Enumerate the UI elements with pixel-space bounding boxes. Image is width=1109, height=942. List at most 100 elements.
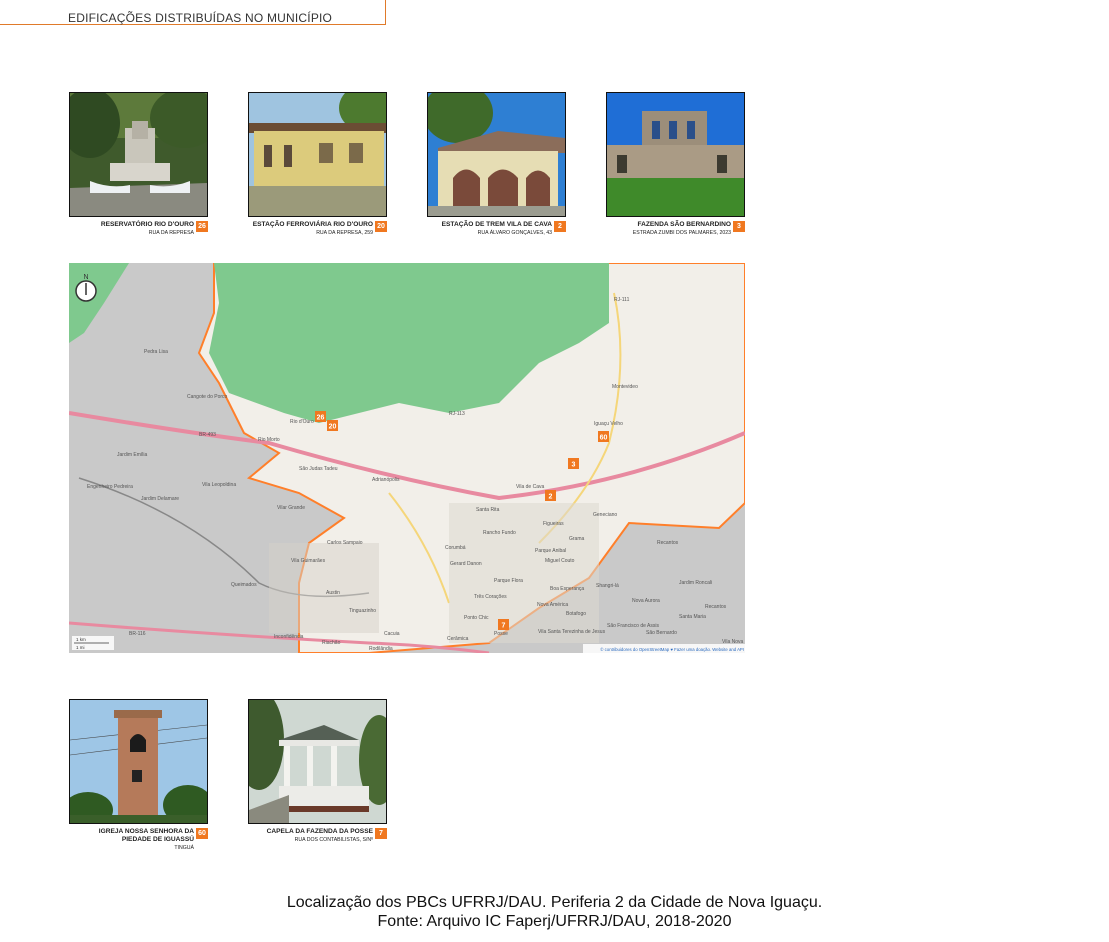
- place-label: Botafogo: [566, 611, 586, 617]
- card-address: RUA DA REPRESA: [148, 230, 194, 236]
- map-marker-60: 60: [598, 431, 609, 442]
- place-label: Rio d'Ouro: [290, 419, 314, 425]
- photo-igreja: [69, 699, 208, 824]
- place-label: Nova América: [537, 602, 568, 608]
- map-marker-20: 20: [327, 420, 338, 431]
- place-label: São Francisco de Assis: [607, 623, 659, 629]
- photo-railway-station: [248, 92, 387, 217]
- place-label: Vilar Grande: [277, 505, 305, 511]
- card-address: RUA DOS CONTABILISTAS, S/Nº: [294, 837, 373, 843]
- place-label: Rio Morto: [258, 437, 280, 443]
- photo-train-station: [427, 92, 566, 217]
- location-map[interactable]: N 26 20 60 3 2 7 Rio d'Ouro Pedra Lisa C…: [69, 263, 745, 653]
- scale-bar: 1 km 1 mi: [72, 636, 114, 650]
- road-label: BR-493: [199, 432, 216, 438]
- card-badge: 7: [375, 828, 387, 839]
- card-title: FAZENDA SÃO BERNARDINO: [637, 221, 731, 228]
- place-label: Cacuia: [384, 631, 400, 637]
- card-badge: 20: [375, 221, 387, 232]
- card-badge: 60: [196, 828, 208, 839]
- road-label: RJ-113: [449, 411, 465, 417]
- svg-text:26: 26: [317, 415, 325, 422]
- place-label: Vila de Cava: [516, 484, 544, 490]
- svg-text:1 mi: 1 mi: [76, 645, 85, 650]
- place-label: Montevideo: [612, 384, 638, 390]
- page-header: EDIFICAÇÕES DISTRIBUÍDAS NO MUNICÍPIO: [0, 0, 386, 25]
- place-label: Recantos: [705, 604, 727, 610]
- place-label: Recantos: [657, 540, 679, 546]
- card-badge: 3: [733, 221, 745, 232]
- svg-text:7: 7: [502, 623, 506, 630]
- place-label: Rancho Fundo: [483, 530, 516, 536]
- place-label: Jardim Delamare: [141, 496, 179, 502]
- place-label: Corumbá: [445, 545, 466, 551]
- building-card-fazenda-sao-bernardino[interactable]: FAZENDA SÃO BERNARDINO ESTRADA ZUMBI DOS …: [606, 92, 745, 237]
- card-address: RUA ÁLVARO GONÇALVES, 43: [477, 230, 552, 236]
- place-label: Nova Aurora: [632, 598, 660, 604]
- place-label: Três Corações: [474, 594, 507, 600]
- place-label: Vila Guimarães: [291, 558, 326, 564]
- place-label: Inconfidência: [274, 634, 304, 640]
- map-marker-7: 7: [498, 619, 509, 630]
- place-label: Jardim Emília: [117, 452, 148, 458]
- svg-text:60: 60: [600, 435, 608, 442]
- place-label: Carlos Sampaio: [327, 540, 363, 546]
- caption-line-1: Localização dos PBCs UFRRJ/DAU. Periferi…: [286, 894, 823, 911]
- map-marker-26: 26: [315, 411, 326, 422]
- place-label: Pedra Lisa: [144, 349, 168, 355]
- place-label: Ponto Chic: [464, 615, 489, 621]
- photo-capela: [248, 699, 387, 824]
- card-title: ESTAÇÃO FERROVIÁRIA RIO D'OURO: [252, 221, 373, 228]
- card-address: RUA DA REPRESA, 259: [316, 230, 373, 236]
- section-title: EDIFICAÇÕES DISTRIBUÍDAS NO MUNICÍPIO: [68, 11, 333, 25]
- place-label: Tinguazinho: [349, 608, 376, 614]
- building-card-railway-station[interactable]: ESTAÇÃO FERROVIÁRIA RIO D'OURO RUA DA REP…: [248, 92, 387, 237]
- place-label: Figueiras: [543, 521, 564, 527]
- building-card-capela[interactable]: CAPELA DA FAZENDA DA POSSE RUA DOS CONTAB…: [248, 699, 387, 844]
- map-marker-3: 3: [568, 458, 579, 469]
- card-badge: 26: [196, 221, 208, 232]
- building-card-reservoir[interactable]: RESERVATÓRIO RIO D'OURO RUA DA REPRESA 26: [69, 92, 208, 237]
- urban-block: [269, 543, 379, 633]
- north-label: N: [83, 274, 88, 281]
- card-title: ESTAÇÃO DE TREM VILA DE CAVA: [441, 221, 552, 228]
- map-attribution: © contribuidores do OpenStreetMap ♥ Faze…: [600, 647, 744, 652]
- place-label: São Judas Tadeu: [299, 466, 338, 472]
- place-label: Cerâmica: [447, 636, 469, 642]
- urban-block: [449, 503, 599, 643]
- place-label: Santa Rita: [476, 507, 500, 513]
- caption-line-2: Fonte: Arquivo IC Faperj/UFRRJ/DAU, 2018…: [377, 913, 732, 930]
- road-label: BR-116: [129, 631, 146, 637]
- card-address: ESTRADA ZUMBI DOS PALMARES, 2023: [632, 230, 731, 236]
- place-label: Queimados: [231, 582, 257, 588]
- place-label: Shangri-lá: [596, 583, 619, 589]
- place-label: Rodilândia: [369, 646, 393, 652]
- place-label: Geneciano: [593, 512, 617, 518]
- place-label: Boa Esperança: [550, 586, 584, 592]
- building-card-igreja[interactable]: IGREJA NOSSA SENHORA DA PIEDADE DE IGUAS…: [69, 699, 208, 852]
- map-marker-2: 2: [545, 490, 556, 501]
- place-label: Adrianópolis: [372, 477, 400, 483]
- card-address: TINGUÁ: [174, 845, 194, 851]
- place-label: Miguel Couto: [545, 558, 575, 564]
- road-label: RJ-111: [614, 297, 630, 303]
- place-label: São Bernardo: [646, 630, 677, 636]
- figure-caption: Localização dos PBCs UFRRJ/DAU. Periferi…: [0, 893, 1109, 931]
- place-label: Posse: [494, 631, 508, 637]
- card-title: CAPELA DA FAZENDA DA POSSE: [266, 828, 373, 835]
- building-card-train-station-vila-de-cava[interactable]: ESTAÇÃO DE TREM VILA DE CAVA RUA ÁLVARO G…: [427, 92, 566, 237]
- card-title: IGREJA NOSSA SENHORA DA PIEDADE DE IGUAS…: [98, 828, 194, 843]
- svg-text:1 km: 1 km: [76, 637, 86, 642]
- place-label: Parque Flora: [494, 578, 523, 584]
- photo-fazenda: [606, 92, 745, 217]
- place-label: Vila Leopoldina: [202, 482, 236, 488]
- place-label: Iguaçu Velho: [594, 421, 623, 427]
- svg-text:2: 2: [549, 494, 553, 501]
- place-label: Engenheiro Pedreira: [87, 484, 133, 490]
- svg-text:3: 3: [572, 462, 576, 469]
- card-title: RESERVATÓRIO RIO D'OURO: [100, 221, 194, 228]
- place-label: Cangote do Porco: [187, 394, 228, 400]
- card-badge: 2: [554, 221, 566, 232]
- place-label: Jardim Roncali: [679, 580, 712, 586]
- place-label: Gerard Danon: [450, 561, 482, 567]
